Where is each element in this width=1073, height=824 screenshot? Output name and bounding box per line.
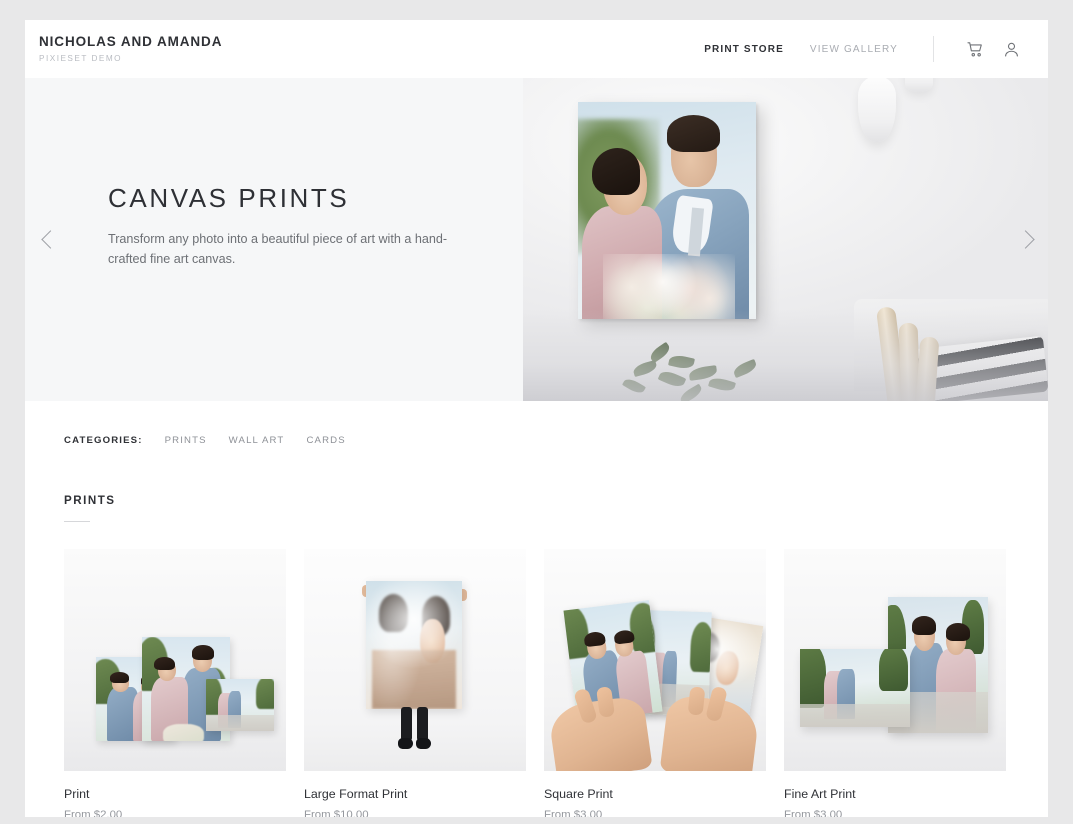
product-card-print[interactable]: Print From $2.00 <box>64 549 286 817</box>
user-icon[interactable] <box>998 36 1024 62</box>
product-price: From $3.00 <box>544 808 603 818</box>
brand-subtitle: PIXIESET DEMO <box>39 54 123 64</box>
product-name: Large Format Print <box>304 787 408 801</box>
product-name: Square Print <box>544 787 613 801</box>
product-image-large-format-print <box>304 549 526 771</box>
product-price: From $2.00 <box>64 808 123 818</box>
section-header: PRINTS <box>25 446 1048 522</box>
product-image-print <box>64 549 286 771</box>
hero-banner: CANVAS PRINTS Transform any photo into a… <box>25 78 1048 401</box>
categories-bar: CATEGORIES: PRINTS WALL ART CARDS <box>25 401 1048 446</box>
hero-image <box>523 78 1048 401</box>
hero-canvas-artwork <box>578 102 756 319</box>
product-card-square-print[interactable]: Square Print From $3.00 <box>544 549 766 817</box>
poster-artwork <box>366 581 462 709</box>
section-title: PRINTS <box>64 494 116 507</box>
product-price: From $3.00 <box>784 808 843 818</box>
product-name: Print <box>64 787 90 801</box>
product-name: Fine Art Print <box>784 787 856 801</box>
brand[interactable]: NICHOLAS AND AMANDA PIXIESET DEMO <box>39 33 223 64</box>
page-frame: NICHOLAS AND AMANDA PIXIESET DEMO PRINT … <box>25 20 1048 817</box>
product-card-fine-art-print[interactable]: Fine Art Print From $3.00 <box>784 549 1006 817</box>
header-nav: PRINT STORE VIEW GALLERY <box>691 20 1024 78</box>
product-grid: Print From $2.00 Large Format Print From… <box>25 522 1048 817</box>
product-card-large-format-print[interactable]: Large Format Print From $10.00 <box>304 549 526 817</box>
site-header: NICHOLAS AND AMANDA PIXIESET DEMO PRINT … <box>25 20 1048 78</box>
nav-link-view-gallery[interactable]: VIEW GALLERY <box>797 44 911 55</box>
category-prints[interactable]: PRINTS <box>165 435 207 446</box>
carousel-next-icon[interactable] <box>1012 223 1042 257</box>
product-price: From $10.00 <box>304 808 369 818</box>
cart-icon[interactable] <box>962 36 988 62</box>
category-cards[interactable]: CARDS <box>306 435 345 446</box>
product-image-fine-art-print <box>784 549 1006 771</box>
person-legs-decor <box>398 707 431 751</box>
header-divider <box>933 36 934 62</box>
carousel-prev-icon[interactable] <box>33 223 63 257</box>
hero-copy: CANVAS PRINTS Transform any photo into a… <box>108 184 478 269</box>
hero-description: Transform any photo into a beautiful pie… <box>108 231 448 266</box>
category-wall-art[interactable]: WALL ART <box>229 435 285 446</box>
product-image-square-print <box>544 549 766 771</box>
nav-link-print-store[interactable]: PRINT STORE <box>691 44 797 55</box>
categories-label: CATEGORIES: <box>64 435 143 446</box>
hero-title: CANVAS PRINTS <box>108 183 350 213</box>
brand-title: NICHOLAS AND AMANDA <box>39 33 223 49</box>
